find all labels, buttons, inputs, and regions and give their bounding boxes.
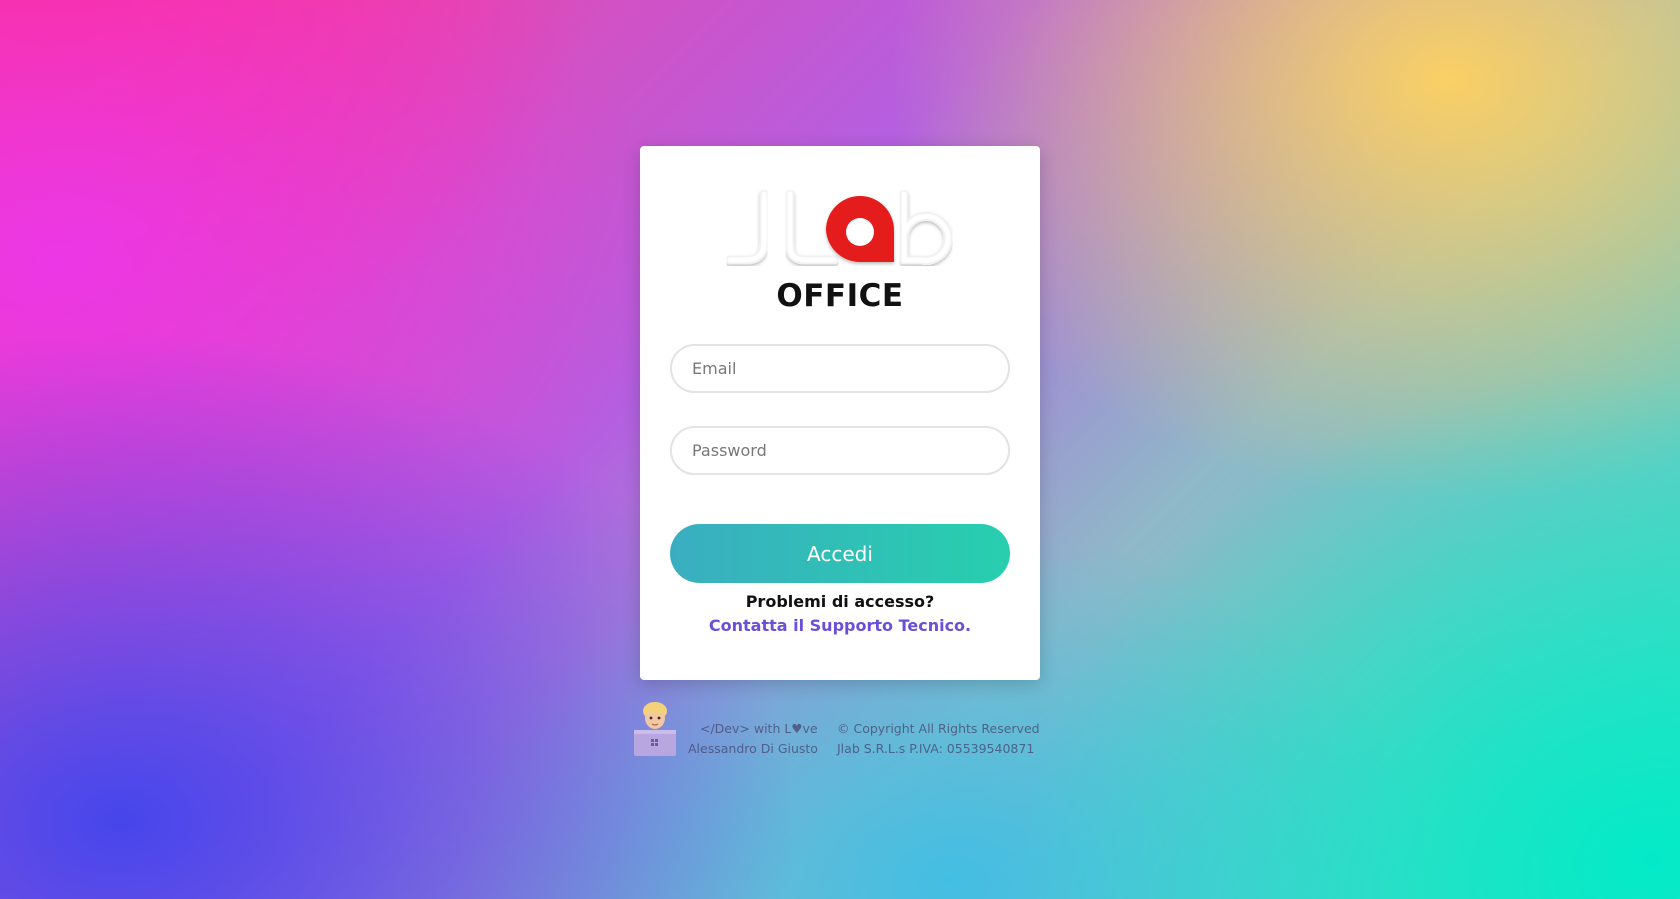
developer-name: Alessandro Di Giusto xyxy=(688,741,818,756)
developer-with-laptop-icon xyxy=(634,702,676,756)
access-problems-text: Problemi di accesso? xyxy=(745,592,935,611)
login-button[interactable]: Accedi xyxy=(670,524,1010,583)
copyright-text: © Copyright All Rights Reserved xyxy=(837,721,1040,736)
password-field[interactable] xyxy=(670,426,1010,475)
company-vat-text: Jlab S.R.L.s P.IVA: 05539540871 xyxy=(837,741,1035,756)
login-card: OFFICE Accedi Problemi di accesso? Conta… xyxy=(640,146,1040,680)
jlab-logo xyxy=(726,190,953,265)
footer: </Dev> with L♥ve Alessandro Di Giusto © … xyxy=(632,700,1052,760)
email-field[interactable] xyxy=(670,344,1010,393)
app-title: OFFICE xyxy=(776,278,904,314)
support-link[interactable]: Contatta il Supporto Tecnico. xyxy=(640,616,1040,635)
dev-credit-line: </Dev> with L♥ve xyxy=(700,721,818,736)
